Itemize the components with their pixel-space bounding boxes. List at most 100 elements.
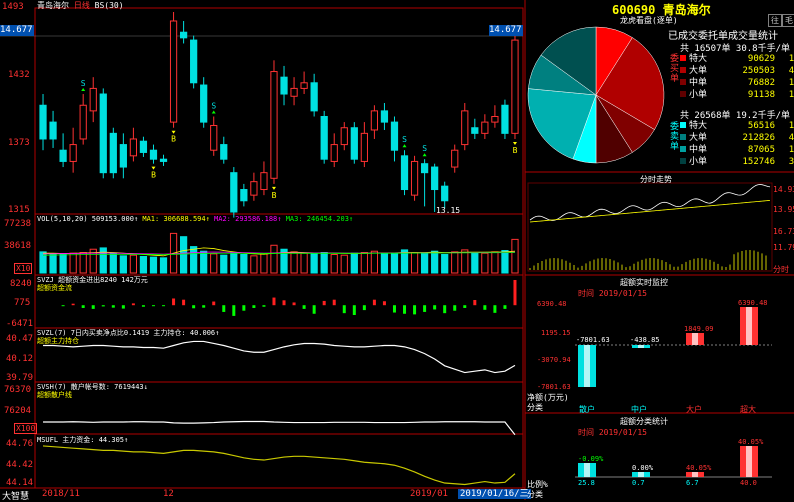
current-date-box[interactable]: 2019/01/16/三 xyxy=(458,489,531,499)
chart-header: 青岛海尔 日线 BS(30) xyxy=(37,0,124,11)
monitor-tick-3: -3070.94 xyxy=(537,356,571,364)
price-top-label: 1493 xyxy=(2,2,24,12)
candle-body xyxy=(79,104,87,140)
candle-body xyxy=(210,124,218,151)
flow-bar xyxy=(91,305,95,309)
monitor-bar-highlight xyxy=(746,307,752,345)
candle-body xyxy=(89,87,97,112)
flow-bar xyxy=(493,305,497,313)
flow-bar xyxy=(131,303,135,306)
flow-bar xyxy=(483,305,487,310)
candle-body xyxy=(320,115,328,160)
candle-body xyxy=(400,155,409,191)
monitor-bar-highlight xyxy=(584,345,590,387)
buy-table: 特大 90629 18% 大单 250503 49% 中单 76882 15% 小单 91138 18… xyxy=(680,53,794,101)
volume-bar xyxy=(220,254,228,274)
ind3-unit: X100 xyxy=(14,423,38,434)
brand-label: 大智慧 xyxy=(2,492,30,502)
stat-label: 大单 xyxy=(689,133,708,143)
volume-bar xyxy=(451,251,459,274)
prev-button[interactable]: 往 xyxy=(768,14,782,27)
volume-bar xyxy=(179,236,188,274)
dist-bottom-3: 6.7 xyxy=(686,479,699,487)
flow-bar xyxy=(262,305,266,307)
candle-body xyxy=(250,181,258,196)
stat-label: 特大 xyxy=(689,121,708,131)
stat-row: 大单 212826 42% xyxy=(680,132,794,144)
candle-body xyxy=(169,20,178,123)
volume-bar xyxy=(119,255,127,274)
candle-body xyxy=(300,82,308,89)
candle-body xyxy=(370,110,379,131)
stat-percent: 30% xyxy=(788,157,794,167)
ind1-tick-1: 8240 xyxy=(10,279,32,289)
stat-row: 中单 76882 15% xyxy=(680,77,794,89)
flow-bar xyxy=(182,299,186,306)
dist-label-4: 40.05% xyxy=(738,438,764,446)
volume-bar xyxy=(501,250,509,274)
volume-bar xyxy=(200,250,208,274)
candle-body xyxy=(451,149,459,168)
sell-arrow-icon xyxy=(422,153,427,157)
buy-arrow-icon xyxy=(271,186,276,190)
buy-signal: B xyxy=(513,146,518,155)
period-tag[interactable]: 日线 xyxy=(74,1,90,10)
bs-signal-markers: S B B S B S S B xyxy=(81,79,518,200)
flow-bar xyxy=(202,305,206,308)
stat-label: 小单 xyxy=(689,157,708,167)
dist-axis-cat: 分类 xyxy=(527,490,543,499)
price-tick-2: 1373 xyxy=(8,138,30,148)
main-force-line xyxy=(43,340,516,374)
volume-pie-chart xyxy=(527,26,665,164)
flow-bar xyxy=(212,301,216,306)
indicator-tag[interactable]: BS(30) xyxy=(95,1,124,10)
candle-body xyxy=(39,104,47,140)
volume-bar xyxy=(260,253,268,274)
dist-bar-highlight xyxy=(584,463,590,477)
flow-bar xyxy=(61,305,65,307)
sell-arrow-icon xyxy=(81,88,86,92)
price-tick-3: 1315 xyxy=(8,205,30,215)
volume-bar xyxy=(380,253,389,274)
volume-bar xyxy=(149,256,158,274)
trend-price-line xyxy=(529,184,771,221)
flow-bar xyxy=(362,305,366,311)
main-capital-line xyxy=(42,445,516,486)
volume-bar xyxy=(230,252,238,274)
candle-body xyxy=(260,172,268,191)
flow-bar xyxy=(292,302,296,306)
dist-date: 时间 2019/01/15 xyxy=(578,428,647,437)
volume-bar xyxy=(290,251,298,274)
stat-percent: 11% xyxy=(788,121,794,131)
dist-bottom-2: 0.7 xyxy=(632,479,645,487)
flow-bar xyxy=(232,305,236,316)
buy-signal: B xyxy=(272,191,277,200)
candle-body xyxy=(501,104,509,134)
stat-value: 56516 xyxy=(747,121,775,131)
stat-value: 212826 xyxy=(742,133,775,143)
volume-bar xyxy=(109,252,117,274)
monitor-cat-2: 中户 xyxy=(631,405,647,414)
legend-swatch xyxy=(680,67,686,73)
trend-tick-3: 16.73 xyxy=(773,227,794,236)
volume-bar xyxy=(320,252,328,274)
dist-bottom-1: 25.8 xyxy=(578,479,595,487)
low-price-marker: 13.15 xyxy=(436,206,461,215)
flow-bar xyxy=(242,305,246,311)
flow-bar xyxy=(503,305,507,309)
volume-bar xyxy=(49,254,57,274)
monitor-cat-1: 散户 xyxy=(579,405,595,414)
ind4-tick-1: 44.76 xyxy=(6,439,34,449)
candle-body xyxy=(310,82,318,112)
volume-unit: X10 xyxy=(14,263,33,274)
next-button[interactable]: 毛 xyxy=(782,14,794,27)
ind2-tick-3: 39.79 xyxy=(6,373,34,383)
candle-body xyxy=(200,84,208,123)
stat-row: 小单 91138 18% xyxy=(680,89,794,101)
volume-bar xyxy=(390,252,399,274)
volume-bar xyxy=(210,253,218,274)
flow-bar xyxy=(342,305,346,314)
volume-bar xyxy=(350,252,358,274)
candle-body xyxy=(380,110,389,123)
candle-body xyxy=(109,132,117,174)
